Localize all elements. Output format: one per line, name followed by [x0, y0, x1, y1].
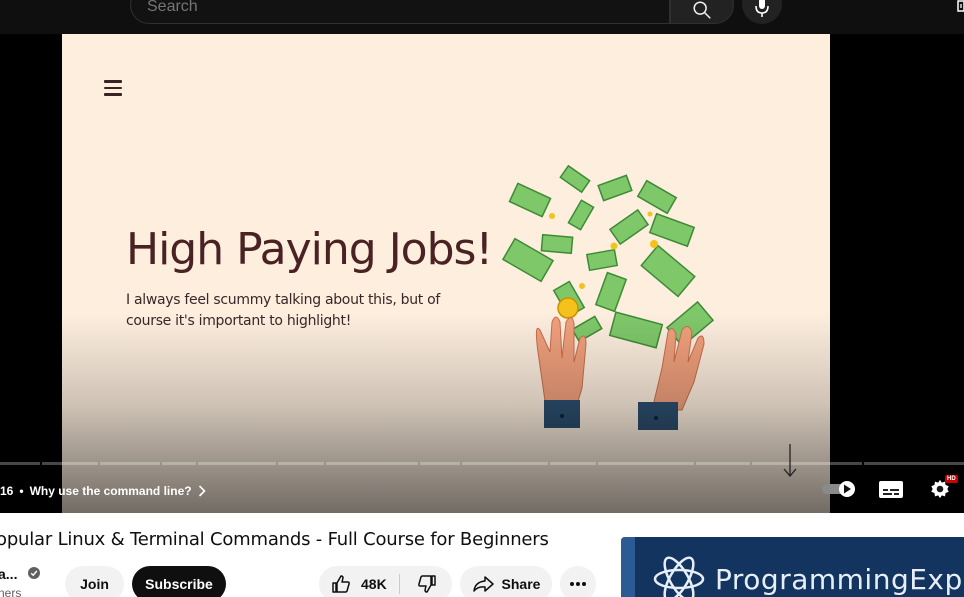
share-label: Share — [501, 576, 541, 592]
top-bar — [0, 0, 964, 34]
subscribe-button[interactable]: Subscribe — [132, 566, 226, 597]
chevron-right-icon — [198, 485, 206, 497]
more-icon — [570, 582, 586, 586]
mic-icon — [755, 0, 769, 17]
share-button[interactable]: Share — [460, 566, 552, 597]
promo-text: ProgrammingExpe — [715, 563, 964, 596]
subscribe-label: Subscribe — [145, 576, 213, 592]
search-button[interactable] — [670, 0, 734, 24]
autoplay-toggle[interactable] — [822, 478, 858, 500]
join-label: Join — [80, 576, 109, 592]
arrow-down-icon — [783, 444, 797, 477]
search-input[interactable] — [147, 0, 627, 17]
video-player[interactable]: High Paying Jobs! I always feel scummy t… — [0, 34, 964, 513]
atom-logo-icon — [653, 556, 705, 597]
menu-icon — [104, 80, 122, 96]
like-divider — [399, 574, 400, 594]
current-time: 16 — [0, 484, 14, 498]
chapter-separator: • — [19, 484, 24, 498]
youtube-watch-page: High Paying Jobs! I always feel scummy t… — [0, 0, 964, 597]
search-box[interactable] — [130, 0, 670, 24]
like-button[interactable]: 48K — [319, 566, 399, 597]
hd-badge: HD — [945, 475, 958, 483]
subtitles-icon[interactable] — [878, 478, 904, 500]
create-icon[interactable] — [952, 0, 964, 14]
promo-banner[interactable]: ProgrammingExpe — [621, 537, 964, 597]
thumbs-down-icon — [418, 575, 436, 593]
thumbs-up-icon — [332, 575, 350, 593]
chapter-title: Why use the command line? — [29, 484, 192, 498]
chapter-indicator[interactable]: 16 • Why use the command line? — [0, 482, 206, 500]
subscriber-count: ners — [0, 586, 22, 597]
dislike-button[interactable] — [407, 566, 447, 597]
video-title: opular Linux & Terminal Commands - Full … — [0, 529, 549, 550]
like-dislike-group: 48K — [319, 566, 452, 597]
search-icon — [693, 1, 711, 19]
voice-search-button[interactable] — [742, 0, 782, 24]
slide-title: High Paying Jobs! — [126, 224, 493, 275]
verified-icon — [28, 567, 40, 579]
join-button[interactable]: Join — [65, 566, 124, 597]
channel-name[interactable]: a... — [0, 566, 17, 582]
progress-bar[interactable] — [0, 462, 964, 465]
share-icon — [472, 576, 494, 592]
like-count: 48K — [361, 576, 387, 592]
more-actions-button[interactable] — [560, 566, 596, 597]
promo-stripe — [621, 537, 635, 597]
